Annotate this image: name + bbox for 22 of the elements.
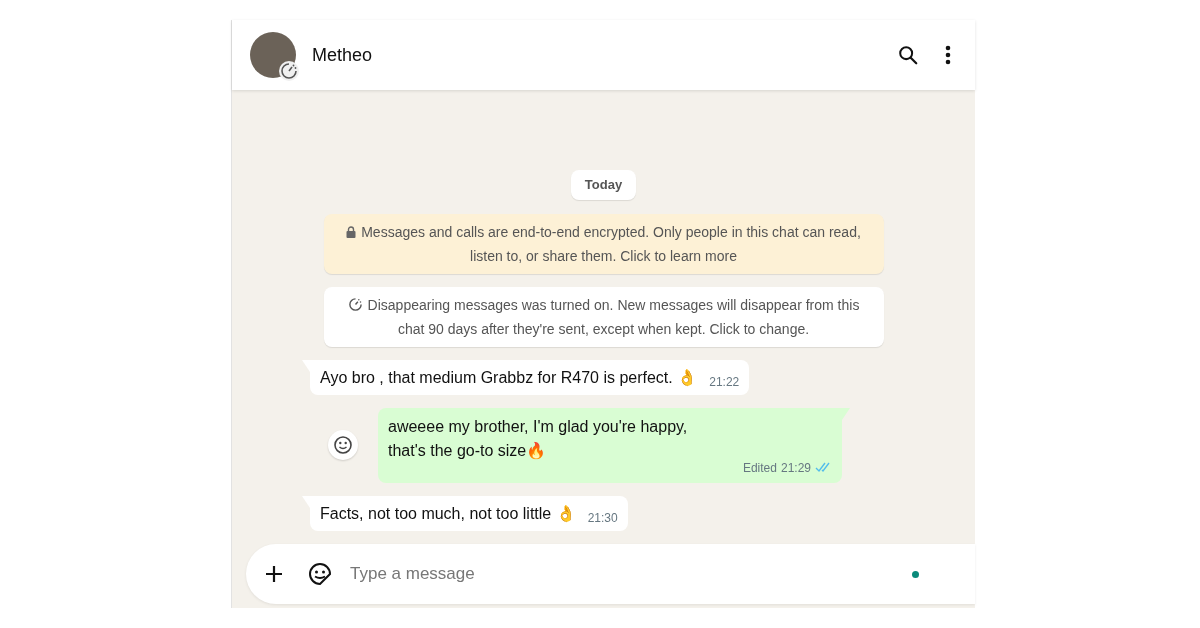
message-text: Ayo bro , that medium Grabbz for R470 is perfect. 👌	[320, 367, 698, 388]
smiley-icon	[333, 435, 353, 455]
system-notice[interactable]: Disappearing messages was turned on. New messages will disappear from this chat 90 days after they're sent, except when kept. Click to change.	[323, 286, 884, 347]
menu-icon[interactable]	[945, 45, 951, 65]
emoji-reaction-button[interactable]	[328, 430, 358, 460]
sticker-icon[interactable]	[308, 562, 332, 586]
date-chip: Today	[570, 170, 637, 200]
message-time: 21:30	[587, 509, 618, 527]
plus-icon[interactable]	[264, 564, 284, 584]
timer-icon	[347, 296, 363, 312]
message-text: Facts, not too much, not too little 👌	[320, 503, 576, 524]
search-icon[interactable]	[897, 44, 919, 66]
message-time: 21:22	[709, 373, 740, 391]
message-text: aweeee my brother, I'm glad you're happy, that's the go-to size🔥	[388, 417, 688, 459]
contact-name[interactable]: Metheo	[312, 41, 373, 69]
message-time: 21:29	[780, 459, 811, 477]
edited-label: Edited	[742, 459, 777, 477]
message-input-field[interactable]: Type a message	[246, 544, 975, 604]
message-input[interactable]: Type a message	[350, 561, 912, 587]
timer-icon	[278, 60, 300, 82]
system-notice[interactable]: Messages and calls are end-to-end encrypted. Only people in this chat can read, listen to, or share them. Click to learn more	[323, 213, 884, 274]
lock-icon	[346, 225, 357, 238]
